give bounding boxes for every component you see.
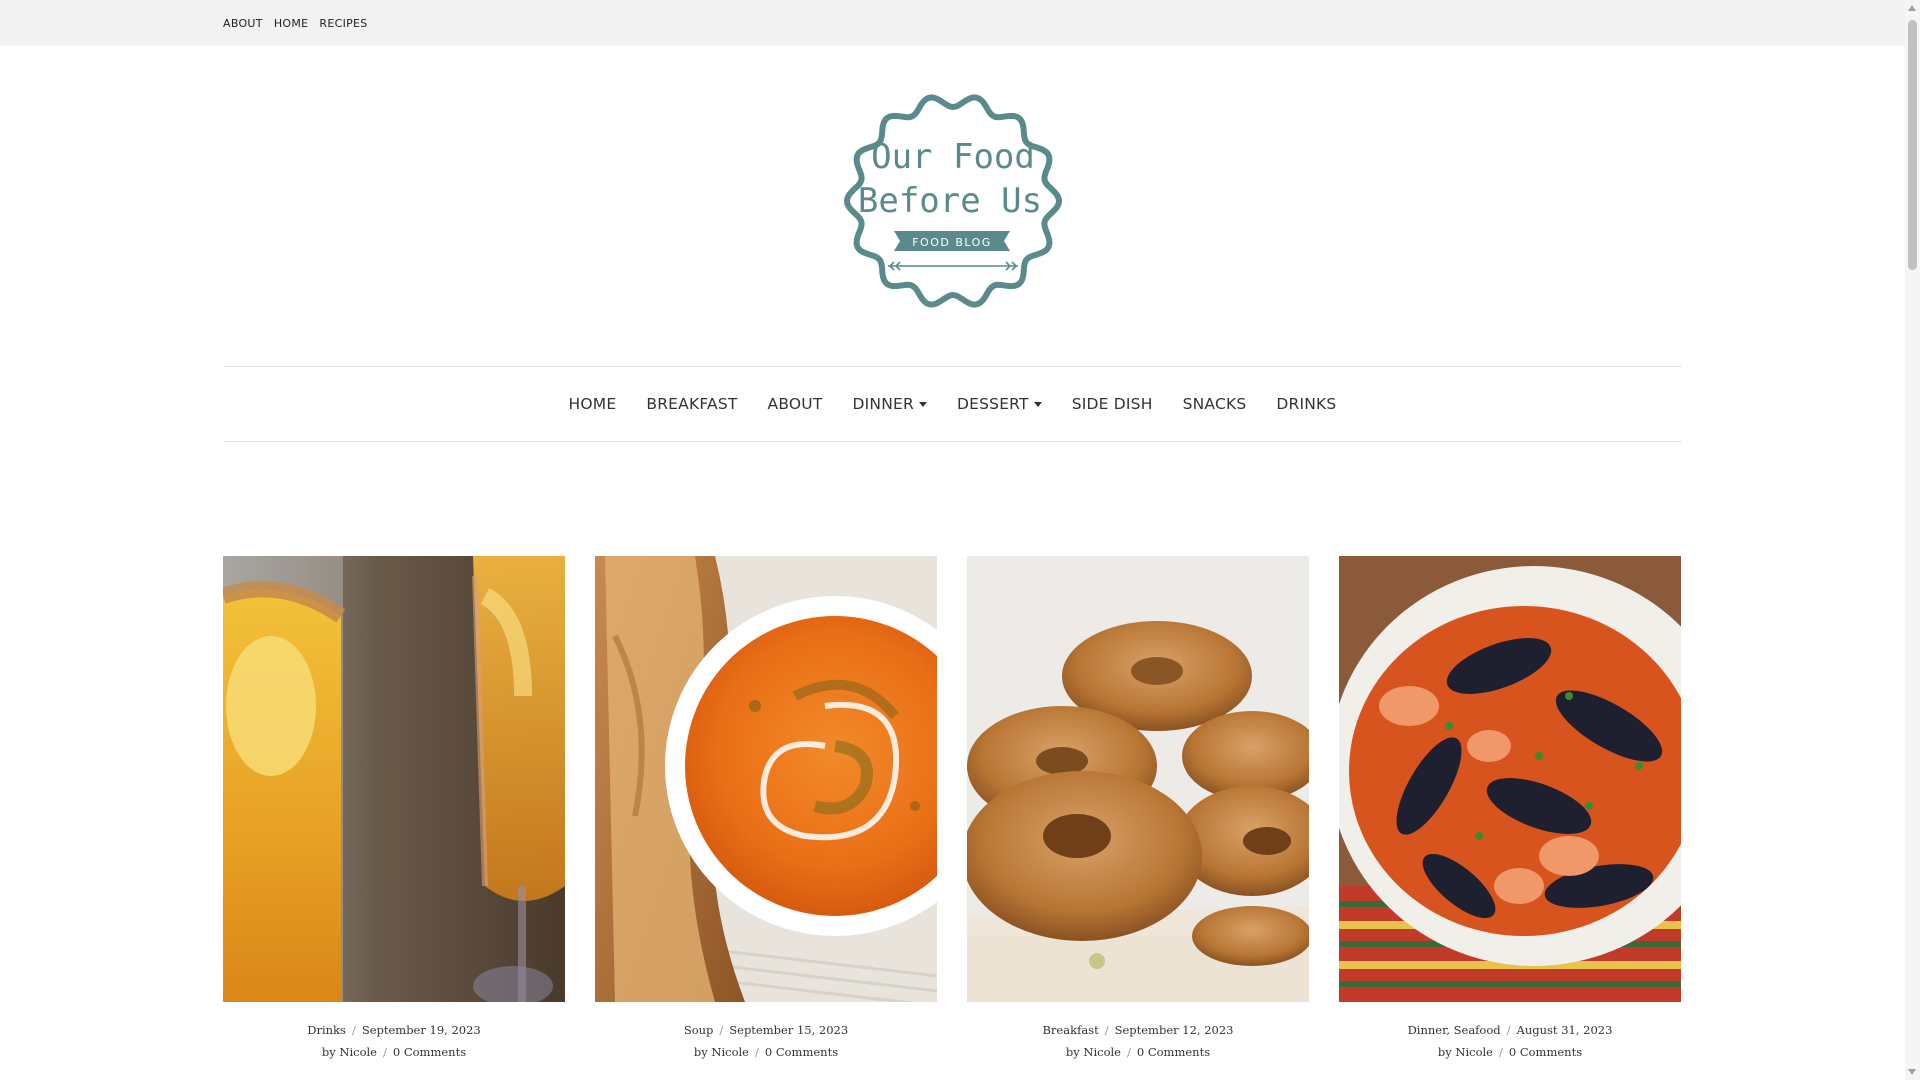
scroll-down-arrow-icon[interactable]	[1908, 1069, 1916, 1075]
post-meta: Breakfast / September 12, 2023 by Nicole / 0…	[967, 1023, 1309, 1059]
author-prefix: by	[1065, 1045, 1080, 1059]
nav-label: HOME	[568, 395, 617, 413]
post-category[interactable]: Soup	[684, 1023, 714, 1037]
meta-separator: /	[351, 1023, 356, 1037]
nav-label: SIDE DISH	[1071, 395, 1153, 413]
meta-separator: /	[382, 1045, 387, 1059]
top-link-recipes[interactable]: RECIPES	[319, 17, 367, 30]
tomato-soup-image	[595, 556, 937, 1002]
top-link-about[interactable]: ABOUT	[223, 17, 263, 30]
top-utility-bar: ABOUT HOME RECIPES	[0, 0, 1905, 46]
scroll-up-arrow-icon[interactable]	[1908, 5, 1916, 11]
top-links: ABOUT HOME RECIPES	[223, 0, 368, 46]
meta-separator: /	[754, 1045, 759, 1059]
post-card: Dinner, Seafood / August 31, 2023 by Nicol…	[1339, 556, 1681, 1059]
nav-label: DESSERT	[956, 395, 1029, 413]
meta-separator: /	[1506, 1023, 1511, 1037]
post-meta: Soup / September 15, 2023 by Nicole / 0 Comm…	[595, 1023, 937, 1059]
logo-badge: Our Food Before Us FOOD BLOG	[843, 94, 1063, 308]
logo-line2: Before Us	[858, 181, 1042, 221]
post-thumbnail-breakfast[interactable]	[967, 556, 1309, 1002]
post-thumbnail-seafood[interactable]	[1339, 556, 1681, 1002]
seafood-stew-image	[1339, 556, 1681, 1002]
post-comments[interactable]: 0 Comments	[1137, 1045, 1210, 1059]
post-date[interactable]: September 19, 2023	[362, 1023, 481, 1037]
post-author[interactable]: Nicole	[1455, 1045, 1493, 1059]
post-thumbnail-soup[interactable]	[595, 556, 937, 1002]
donuts-image	[967, 556, 1309, 1002]
nav-item-home[interactable]: HOME	[569, 395, 617, 413]
meta-separator: /	[1498, 1045, 1503, 1059]
site-logo[interactable]: Our Food Before Us FOOD BLOG	[838, 86, 1068, 316]
post-meta: Drinks / September 19, 2023 by Nicole / 0 Co…	[223, 1023, 565, 1059]
top-link-home[interactable]: HOME	[274, 17, 309, 30]
nav-label: DINNER	[852, 395, 914, 413]
post-date[interactable]: September 15, 2023	[729, 1023, 848, 1037]
post-card: Drinks / September 19, 2023 by Nicole / 0 Co…	[223, 556, 565, 1059]
post-thumbnail-drinks[interactable]	[223, 556, 565, 1002]
post-comments[interactable]: 0 Comments	[393, 1045, 466, 1059]
nav-item-about[interactable]: ABOUT	[768, 395, 823, 413]
caret-down-icon	[1033, 402, 1042, 407]
recent-posts-grid: Drinks / September 19, 2023 by Nicole / 0 Co…	[223, 556, 1683, 1059]
nav-item-dinner[interactable]: DINNER	[853, 395, 927, 413]
logo-line1: Our Food	[871, 137, 1035, 177]
meta-separator: /	[1126, 1045, 1131, 1059]
post-card: Breakfast / September 12, 2023 by Nicole / 0…	[967, 556, 1309, 1059]
post-date[interactable]: September 12, 2023	[1115, 1023, 1234, 1037]
meta-separator: /	[1104, 1023, 1109, 1037]
author-prefix: by	[321, 1045, 336, 1059]
caret-down-icon	[918, 402, 927, 407]
post-author[interactable]: Nicole	[339, 1045, 377, 1059]
post-comments[interactable]: 0 Comments	[1509, 1045, 1582, 1059]
post-author[interactable]: Nicole	[1083, 1045, 1121, 1059]
nav-item-snacks[interactable]: SNACKS	[1183, 395, 1247, 413]
meta-separator: /	[719, 1023, 724, 1037]
nav-item-breakfast[interactable]: BREAKFAST	[646, 395, 737, 413]
post-date[interactable]: August 31, 2023	[1517, 1023, 1613, 1037]
nav-label: DRINKS	[1276, 395, 1337, 413]
nav-item-drinks[interactable]: DRINKS	[1276, 395, 1336, 413]
post-meta: Dinner, Seafood / August 31, 2023 by Nicol…	[1339, 1023, 1681, 1059]
nav-item-side-dish[interactable]: SIDE DISH	[1072, 395, 1153, 413]
post-category[interactable]: Dinner, Seafood	[1408, 1023, 1501, 1037]
nav-label: SNACKS	[1182, 395, 1247, 413]
post-category[interactable]: Drinks	[307, 1023, 346, 1037]
post-comments[interactable]: 0 Comments	[765, 1045, 838, 1059]
author-prefix: by	[1437, 1045, 1452, 1059]
main-nav: HOME BREAKFAST ABOUT DINNER DESSERT SIDE…	[223, 366, 1682, 442]
post-card: Soup / September 15, 2023 by Nicole / 0 Comm…	[595, 556, 937, 1059]
nav-label: ABOUT	[767, 395, 823, 413]
post-category[interactable]: Breakfast	[1042, 1023, 1098, 1037]
scrollbar-thumb[interactable]	[1908, 20, 1917, 270]
author-prefix: by	[693, 1045, 708, 1059]
logo-ribbon-text: FOOD BLOG	[912, 236, 992, 249]
post-author[interactable]: Nicole	[711, 1045, 749, 1059]
nav-label: BREAKFAST	[646, 395, 738, 413]
page-scrollbar[interactable]	[1905, 0, 1920, 1080]
nav-item-dessert[interactable]: DESSERT	[957, 395, 1042, 413]
cider-drink-image	[223, 556, 565, 1002]
